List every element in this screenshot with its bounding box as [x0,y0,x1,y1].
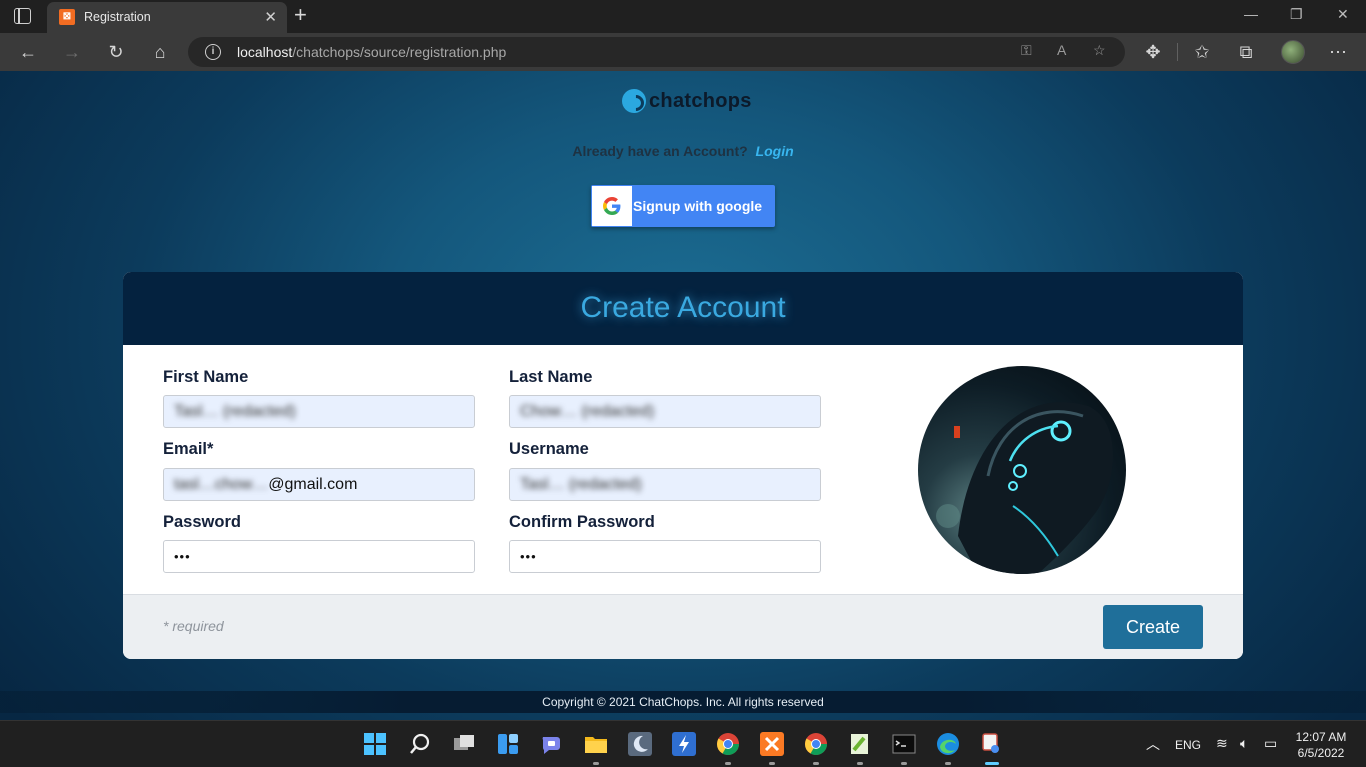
widgets-icon[interactable] [496,732,520,756]
more-menu-icon[interactable]: ⋯ [1326,40,1350,64]
minimize-icon[interactable]: — [1244,6,1258,22]
app-bolt-icon[interactable] [672,732,696,756]
extensions-icon[interactable]: ✥ [1141,40,1165,64]
show-hidden-icons-chevron-icon[interactable]: ︿ [1146,734,1160,754]
back-icon[interactable]: ← [16,40,40,64]
battery-icon[interactable]: ▭ [1264,735,1277,752]
registration-form: First Name Tasl… (redacted) Last Name Ch… [123,345,1243,594]
email-value-domain: @gmail.com [268,476,358,493]
favorites-icon[interactable]: ✩ [1190,40,1214,64]
last-name-input[interactable]: Chow… (redacted) [509,395,821,428]
home-icon[interactable]: ⌂ [148,40,172,64]
notepad-plus-icon[interactable] [848,732,872,765]
site-info-icon[interactable]: i [205,44,221,60]
system-clock[interactable]: 12:07 AM 6/5/2022 [1290,729,1352,761]
volume-icon[interactable]: 🔈︎ [1240,735,1248,752]
have-account-text: Already have an Account? [572,143,748,159]
url-host: localhost [237,44,293,60]
confirm-password-value: ••• [520,549,537,564]
browser-tab-bar: ⊠ Registration ✕ + — ❐ ✕ [0,0,1366,33]
language-indicator[interactable]: ENG [1175,738,1201,752]
url-path: /chatchops/source/registration.php [292,44,507,60]
google-button-label: Signup with google [633,198,763,214]
card-title: Create Account [580,291,786,324]
task-view-icon[interactable] [452,732,476,756]
create-button[interactable]: Create [1103,605,1203,649]
forward-icon[interactable]: → [60,40,84,64]
clock-date: 6/5/2022 [1297,746,1345,760]
username-value: Tasl… (redacted) [520,476,642,493]
first-name-input[interactable]: Tasl… (redacted) [163,395,475,428]
first-name-value: Tasl… (redacted) [174,403,296,420]
moon-app-icon[interactable] [628,732,652,756]
username-label: Username [509,440,589,458]
profile-picture[interactable] [918,366,1126,574]
refresh-icon[interactable]: ↻ [104,40,128,64]
password-value: ••• [174,549,191,564]
confirm-password-label: Confirm Password [509,513,655,531]
last-name-label: Last Name [509,368,593,386]
google-g-icon [592,186,632,226]
clock-time: 12:07 AM [1295,730,1347,744]
windows-taskbar: ︿ ENG ≋ 🔈︎ ▭ 12:07 AM 6/5/2022 [0,720,1366,767]
restore-icon[interactable]: ❐ [1290,6,1303,23]
snipping-tool-icon[interactable] [980,732,1004,765]
chrome-icon[interactable] [716,732,740,765]
copyright-footer: Copyright © 2021 ChatChops. Inc. All rig… [0,691,1366,713]
start-menu-icon[interactable] [363,732,387,756]
teams-chat-icon[interactable] [540,732,564,756]
email-value-redacted: tasl…chow… [174,476,269,493]
password-input[interactable]: ••• [163,540,475,573]
card-footer: * required Create [123,594,1243,659]
password-label: Password [163,513,241,531]
tab-close-icon[interactable]: ✕ [264,8,277,26]
required-note: * required [163,618,224,634]
file-explorer-icon[interactable] [584,732,608,765]
have-account-line: Already have an Account? Login [0,143,1366,159]
wifi-icon[interactable]: ≋ [1216,735,1228,752]
window-close-icon[interactable]: ✕ [1337,6,1349,23]
chat-bubble-icon [622,89,646,113]
chrome-profile-icon[interactable] [804,732,828,765]
signup-google-button[interactable]: Signup with google [591,185,775,227]
edge-icon[interactable] [936,732,960,765]
xampp-taskbar-icon[interactable] [760,732,784,765]
first-name-label: First Name [163,368,249,386]
xampp-icon: ⊠ [59,9,75,25]
address-bar[interactable]: i localhost/chatchops/source/registratio… [188,37,1125,67]
new-tab-icon[interactable]: + [294,2,307,28]
username-input[interactable]: Tasl… (redacted) [509,468,821,501]
toolbar-divider [1177,43,1178,61]
read-aloud-icon[interactable]: A [1057,42,1066,58]
add-favorite-icon[interactable]: ☆ [1093,42,1106,59]
confirm-password-input[interactable]: ••• [509,540,821,573]
card-header: Create Account [123,272,1243,345]
collections-icon[interactable]: ⧉ [1234,40,1258,64]
browser-tab-registration[interactable]: ⊠ Registration ✕ [47,2,287,33]
profile-avatar[interactable] [1281,40,1305,64]
url-text[interactable]: localhost/chatchops/source/registration.… [237,44,506,60]
tab-title: Registration [84,10,151,24]
email-input[interactable]: tasl…chow…@gmail.com [163,468,475,501]
key-icon[interactable]: ⚿ [1021,42,1032,59]
email-label: Email* [163,440,214,458]
browser-toolbar: ← → ↻ ⌂ i localhost/chatchops/source/reg… [0,33,1366,71]
registration-page: chatchops Already have an Account? Login… [0,71,1366,720]
terminal-icon[interactable] [892,732,916,765]
create-account-card: Create Account First Name Tasl… (redacte… [123,272,1243,659]
chatchops-logo: chatchops [622,88,752,114]
search-icon[interactable] [408,732,432,756]
logo-text: chatchops [649,89,752,112]
tab-actions-icon[interactable] [14,8,31,24]
last-name-value: Chow… (redacted) [520,403,655,420]
login-link[interactable]: Login [756,143,794,159]
